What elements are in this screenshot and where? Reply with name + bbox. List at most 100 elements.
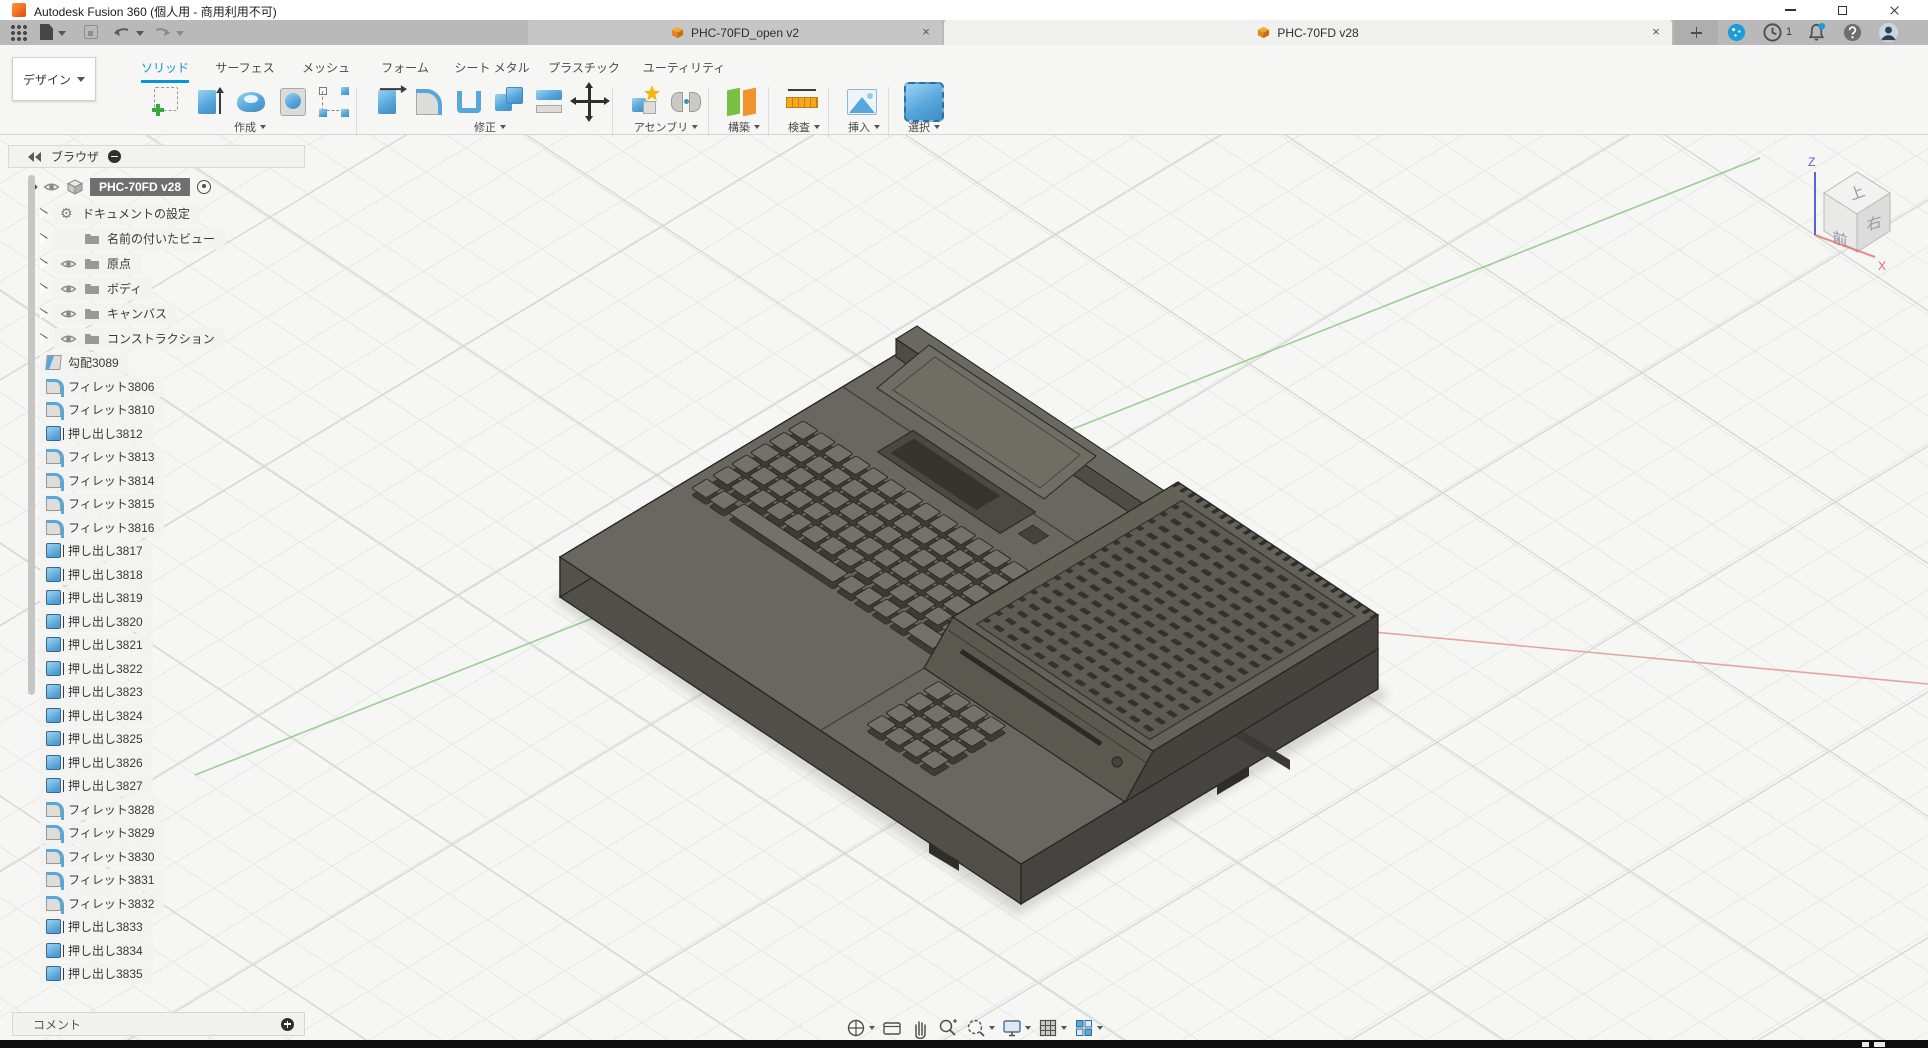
feature-row[interactable]: フィレット3829	[8, 821, 305, 845]
document-tab-active[interactable]: PHC-70FD v28 ×	[944, 20, 1672, 45]
collapse-all-icon[interactable]	[108, 150, 121, 163]
activate-component-icon[interactable]	[197, 180, 211, 194]
redo-caret-icon[interactable]	[176, 31, 184, 36]
eye-icon[interactable]	[60, 283, 77, 295]
feature-row[interactable]: 押し出し3819	[8, 586, 305, 610]
feature-row[interactable]: 押し出し3833	[8, 915, 305, 939]
feature-row[interactable]: 押し出し3824	[8, 704, 305, 728]
extrude-icon[interactable]	[192, 84, 228, 120]
expand-icon[interactable]	[40, 259, 47, 269]
ribbon-tab[interactable]: ソリッド	[141, 59, 189, 83]
primitive-icon[interactable]	[276, 84, 312, 120]
display-caret-icon[interactable]	[1025, 1026, 1031, 1030]
measure-icon[interactable]	[784, 84, 820, 120]
construction-plane-icon[interactable]	[724, 84, 760, 120]
feature-row[interactable]: 押し出し3823	[8, 680, 305, 704]
collapse-panel-icon[interactable]	[28, 152, 42, 162]
orbit-tool[interactable]	[845, 1017, 875, 1039]
notification-bell-icon[interactable]	[1806, 22, 1827, 43]
grid-layout-tool[interactable]	[1037, 1017, 1067, 1039]
maximize-button[interactable]	[1822, 0, 1862, 20]
ribbon-group-dropdown[interactable]: 挿入	[848, 119, 880, 135]
viewports-tool[interactable]	[1073, 1017, 1103, 1039]
expand-icon[interactable]	[40, 334, 47, 344]
feature-row[interactable]: フィレット3830	[8, 845, 305, 869]
ribbon-group-dropdown[interactable]: 修正	[474, 119, 506, 135]
extension-icon[interactable]	[1726, 22, 1747, 43]
expand-icon[interactable]	[40, 209, 47, 219]
feature-row[interactable]: 押し出し3822	[8, 657, 305, 681]
select-icon[interactable]	[904, 82, 944, 122]
ribbon-tab[interactable]: メッシュ	[302, 59, 350, 80]
ribbon-tab[interactable]: フォーム	[381, 59, 429, 80]
viewports-caret-icon[interactable]	[1097, 1026, 1103, 1030]
feature-row[interactable]: フィレット3831	[8, 868, 305, 892]
look-at-tool[interactable]	[881, 1017, 903, 1039]
feature-row[interactable]: 勾配3089	[8, 351, 305, 375]
zoom-window-caret-icon[interactable]	[989, 1026, 995, 1030]
orbit-caret-icon[interactable]	[869, 1026, 875, 1030]
feature-row[interactable]: フィレット3813	[8, 445, 305, 469]
redo-icon[interactable]	[152, 24, 172, 41]
feature-row[interactable]: フィレット3810	[8, 398, 305, 422]
feature-row[interactable]: フィレット3814	[8, 469, 305, 493]
close-button[interactable]	[1874, 0, 1914, 20]
pattern-icon[interactable]	[316, 84, 352, 120]
feature-row[interactable]: 押し出し3817	[8, 539, 305, 563]
eye-icon[interactable]	[60, 258, 77, 270]
browser-root-row[interactable]: PHC-70FD v28	[8, 172, 305, 201]
eye-icon[interactable]	[60, 308, 77, 320]
combine-icon[interactable]	[492, 84, 528, 120]
root-document-name[interactable]: PHC-70FD v28	[90, 178, 190, 196]
tab-close-icon[interactable]: ×	[1649, 25, 1663, 39]
feature-row[interactable]: 押し出し3827	[8, 774, 305, 798]
feature-row[interactable]: 押し出し3835	[8, 962, 305, 986]
eye-icon[interactable]	[43, 181, 60, 193]
tab-close-icon[interactable]: ×	[919, 25, 933, 39]
workspace-selector[interactable]: デザイン	[12, 57, 96, 101]
ribbon-group-dropdown[interactable]: 検査	[788, 119, 820, 135]
feature-row[interactable]: 押し出し3834	[8, 939, 305, 963]
zoom-tool[interactable]	[937, 1017, 959, 1039]
save-icon[interactable]	[84, 25, 98, 39]
shell-icon[interactable]	[452, 84, 488, 120]
joint-icon[interactable]	[668, 84, 704, 120]
minimize-button[interactable]	[1770, 0, 1810, 20]
feature-row[interactable]: フィレット3806	[8, 375, 305, 399]
feature-row[interactable]: フィレット3828	[8, 798, 305, 822]
browser-group-row[interactable]: ⚙ 原点	[8, 251, 305, 276]
help-icon[interactable]	[1842, 22, 1863, 43]
user-avatar[interactable]	[1878, 22, 1899, 43]
ribbon-tab[interactable]: ユーティリティ	[643, 59, 726, 80]
feature-row[interactable]: フィレット3816	[8, 516, 305, 540]
ribbon-tab[interactable]: サーフェス	[215, 59, 274, 80]
expand-icon[interactable]	[40, 234, 47, 244]
browser-scrollbar[interactable]	[28, 175, 35, 695]
fillet-icon[interactable]	[412, 84, 448, 120]
display-settings-tool[interactable]	[1001, 1017, 1031, 1039]
feature-row[interactable]: 押し出し3818	[8, 563, 305, 587]
view-cube[interactable]: 上 前 右 Z X	[1780, 140, 1928, 280]
new-component-icon[interactable]	[628, 84, 664, 120]
ribbon-group-dropdown[interactable]: アセンブリ	[634, 119, 698, 135]
browser-group-row[interactable]: ⚙ ドキュメントの設定	[8, 201, 305, 226]
feature-row[interactable]: 押し出し3812	[8, 422, 305, 446]
browser-group-row[interactable]: ⚙ ボディ	[8, 276, 305, 301]
feature-row[interactable]: 押し出し3820	[8, 610, 305, 634]
feature-row[interactable]: 押し出し3821	[8, 633, 305, 657]
feature-row[interactable]: フィレット3815	[8, 492, 305, 516]
browser-group-row[interactable]: ⚙ キャンバス	[8, 301, 305, 326]
zoom-window-tool[interactable]	[965, 1017, 995, 1039]
offset-face-icon[interactable]	[532, 84, 568, 120]
undo-icon[interactable]	[112, 24, 132, 41]
file-icon[interactable]	[40, 24, 53, 40]
file-caret-icon[interactable]	[58, 31, 66, 36]
ribbon-tab[interactable]: シート メタル	[454, 59, 529, 80]
expand-icon[interactable]	[40, 284, 47, 294]
ribbon-group-dropdown[interactable]: 構築	[728, 119, 760, 135]
new-tab-button[interactable]	[1674, 20, 1718, 45]
ribbon-tab[interactable]: プラスチック	[548, 59, 620, 80]
move-copy-icon[interactable]	[572, 84, 608, 120]
eye-icon[interactable]	[60, 333, 77, 345]
browser-header[interactable]: ブラウザ	[8, 145, 305, 168]
